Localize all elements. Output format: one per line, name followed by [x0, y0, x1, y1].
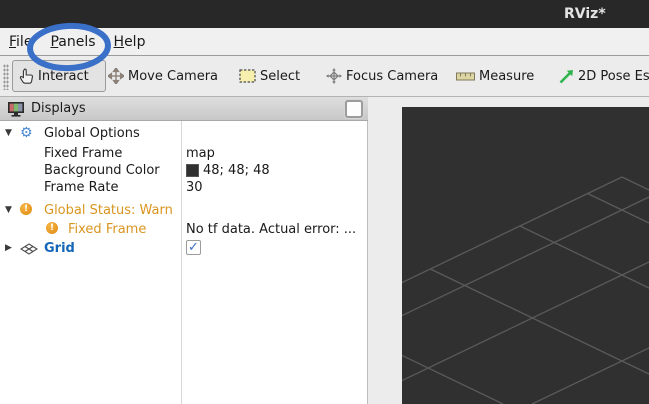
monitor-icon	[7, 101, 25, 117]
tree-row-global-status[interactable]: ▼ Global Status: Warn	[0, 202, 367, 219]
focus-icon	[326, 68, 342, 84]
check-icon: ✓	[188, 239, 199, 256]
rviz-window: RViz* File Panels Help Interact	[0, 0, 649, 404]
window-title: RViz*	[564, 6, 606, 22]
toolbar-drag-handle[interactable]	[3, 64, 9, 90]
chevron-right-icon[interactable]: ▶	[5, 240, 17, 257]
tool-label: Measure	[479, 69, 534, 84]
tool-measure[interactable]: Measure	[456, 56, 534, 96]
tf-error-value: No tf data. Actual error: ...	[186, 221, 356, 238]
warning-icon	[46, 222, 58, 234]
tool-label: Interact	[38, 69, 89, 84]
frame-rate-value[interactable]: 30	[186, 179, 203, 196]
tool-interact[interactable]: Interact	[12, 60, 106, 92]
hand-icon	[19, 68, 34, 84]
pose-arrow-icon	[559, 69, 574, 84]
color-swatch	[186, 164, 199, 177]
select-icon	[239, 69, 256, 83]
tree-row-grid[interactable]: ▶ Grid ✓	[0, 240, 367, 257]
tool-label: Focus Camera	[346, 69, 438, 84]
menu-help[interactable]: Help	[105, 28, 155, 56]
displays-panel-header[interactable]: Displays	[0, 97, 368, 121]
displays-tree: ▼ ⚙ Global Options Fixed Frame map Backg…	[0, 121, 367, 404]
tool-label: Select	[260, 69, 300, 84]
title-bar: RViz*	[0, 0, 649, 28]
displays-panel: Displays ▼ ⚙ Global Options Fixed Frame …	[0, 97, 368, 404]
grid-icon	[20, 243, 38, 255]
render-viewport[interactable]	[402, 107, 649, 404]
tool-2d-pose-estimate[interactable]: 2D Pose Esti	[559, 56, 649, 96]
tree-row-frame-rate[interactable]: Frame Rate 30	[0, 179, 367, 196]
panel-float-button[interactable]	[345, 100, 363, 118]
tree-row-fixed-frame[interactable]: Fixed Frame map	[0, 145, 367, 162]
tree-row-global-options[interactable]: ▼ ⚙ Global Options	[0, 125, 367, 142]
tool-move-camera[interactable]: Move Camera	[108, 56, 218, 96]
tool-select[interactable]: Select	[239, 56, 300, 96]
menu-panels[interactable]: Panels	[41, 28, 104, 56]
tool-label: Move Camera	[128, 69, 218, 84]
gear-icon: ⚙	[20, 126, 33, 141]
main-area: Displays ▼ ⚙ Global Options Fixed Frame …	[0, 97, 649, 404]
tool-label: 2D Pose Esti	[578, 69, 649, 84]
chevron-down-icon[interactable]: ▼	[5, 125, 17, 142]
background-color-value[interactable]: 48; 48; 48	[186, 162, 270, 179]
measure-icon	[456, 72, 475, 81]
grid-lines	[402, 107, 649, 404]
grid-enabled-value: ✓	[186, 240, 201, 255]
menu-file[interactable]: File	[0, 28, 41, 56]
tree-row-fixed-frame-status[interactable]: Fixed Frame No tf data. Actual error: ..…	[0, 221, 367, 238]
tree-row-background-color[interactable]: Background Color 48; 48; 48	[0, 162, 367, 179]
fixed-frame-value[interactable]: map	[186, 145, 215, 162]
displays-panel-title: Displays	[31, 101, 86, 116]
chevron-down-icon[interactable]: ▼	[5, 202, 17, 219]
warning-icon	[20, 203, 32, 215]
tool-focus-camera[interactable]: Focus Camera	[326, 56, 438, 96]
grid-checkbox[interactable]: ✓	[186, 240, 201, 255]
move-icon	[108, 68, 124, 84]
toolbar: Interact Move Camera Select	[0, 56, 649, 97]
menu-bar: File Panels Help	[0, 28, 649, 56]
